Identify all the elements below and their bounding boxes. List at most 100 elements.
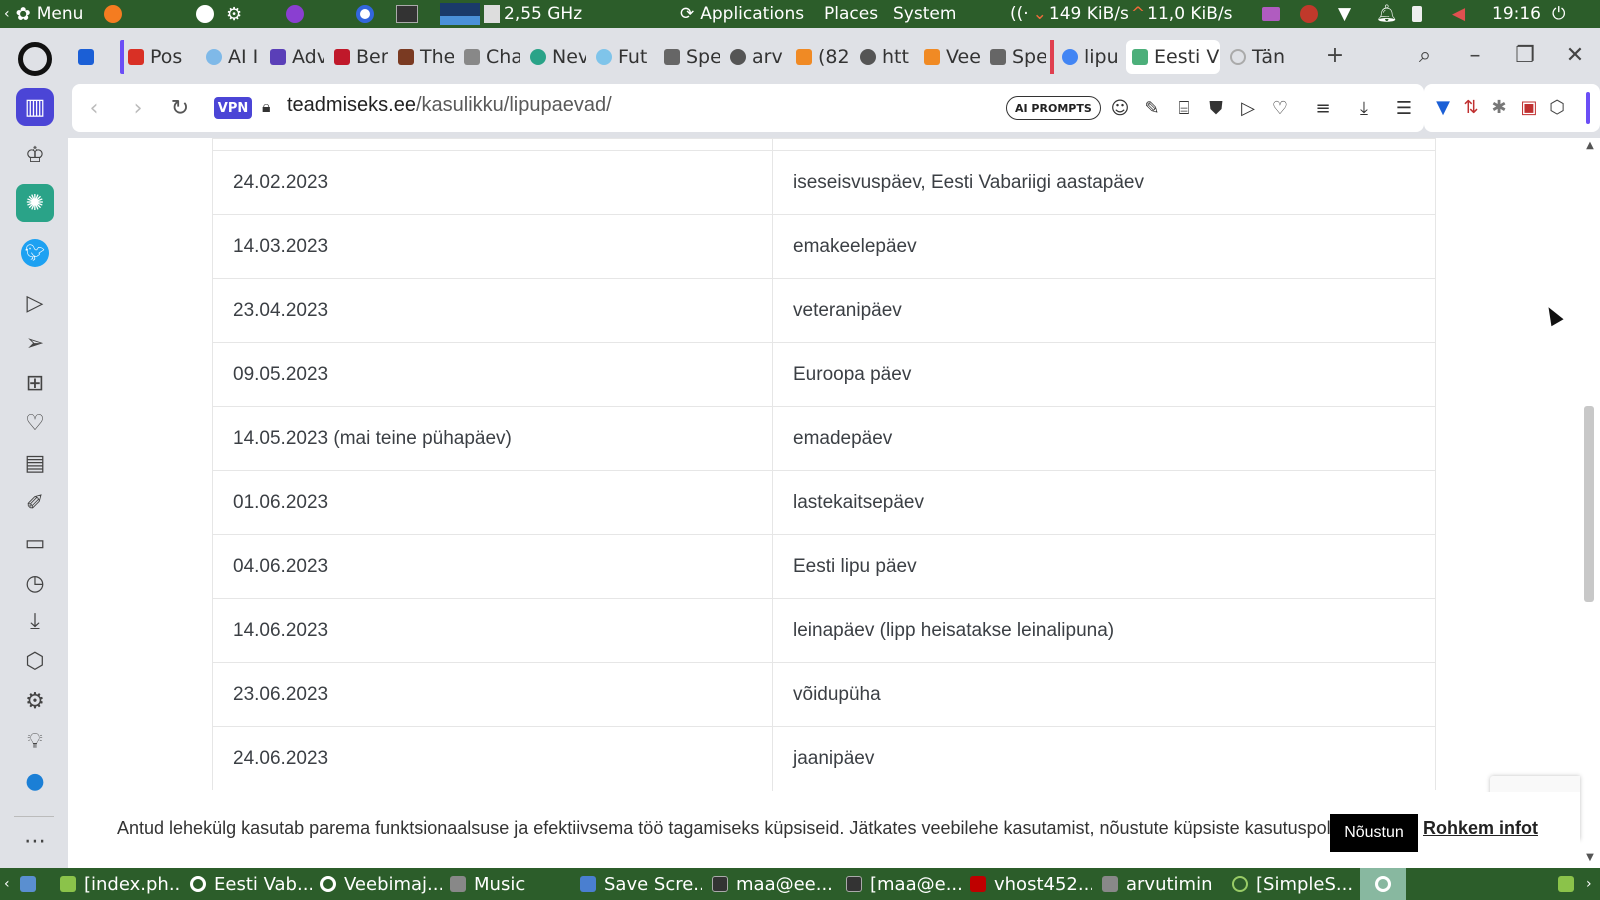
back-button[interactable]: ‹ (78, 92, 110, 124)
sidebar-twitter[interactable]: 🐦︎ (16, 234, 54, 272)
taskbar-item-5[interactable]: maa@ee... (712, 868, 832, 900)
lock-icon[interactable]: 🔒︎ (262, 97, 271, 117)
sidebar-settings[interactable]: ⚙ (16, 682, 54, 720)
player-button[interactable]: ≡ (1308, 96, 1338, 120)
tab-9[interactable]: arv (724, 40, 786, 74)
vpn-badge[interactable]: VPN (214, 97, 252, 119)
tab-13[interactable]: Spe (984, 40, 1046, 74)
taskbar-item-0[interactable]: [index.ph... (60, 868, 182, 900)
snapshot-button[interactable]: ⌸ (1172, 96, 1196, 120)
places-menu[interactable]: Places (824, 0, 878, 28)
sidebar-extensions[interactable]: ⬡ (16, 642, 54, 680)
extension-5[interactable]: ⬡ (1546, 96, 1568, 118)
tab-10[interactable]: (82 (790, 40, 850, 74)
taskbar-item-8[interactable]: arvutimin (1102, 868, 1224, 900)
sidebar-player[interactable]: ▷ (16, 284, 54, 322)
url-field[interactable]: teadmiseks.ee/kasulikku/lipupaevad/ (287, 94, 612, 117)
tab-15-active[interactable]: Eesti V (1126, 40, 1220, 74)
close-window-button[interactable]: ✕ (1560, 40, 1590, 70)
downloads-button[interactable]: ⤓ (1352, 96, 1376, 120)
system-menu[interactable]: System (893, 0, 956, 28)
favorite-button[interactable]: ♡ (1268, 96, 1292, 120)
tray-battery[interactable] (1412, 0, 1422, 28)
taskbar-item-3[interactable]: Music (450, 868, 572, 900)
launcher-terminal[interactable] (396, 0, 418, 28)
sidebar-workspaces[interactable]: ▥ (16, 88, 54, 126)
taskbar-right-arrow[interactable]: › (1586, 868, 1592, 900)
edit-button[interactable]: ✎ (1140, 96, 1164, 120)
sidebar-tips[interactable]: 💡︎ (16, 722, 54, 760)
sidebar-pinboard[interactable]: ✐ (16, 484, 54, 522)
tab-16[interactable]: Tän (1224, 40, 1290, 74)
launcher-podcast[interactable] (286, 0, 304, 28)
sidebar-more[interactable]: ⋯ (16, 822, 54, 860)
firefox-launcher[interactable] (104, 0, 122, 28)
launcher-gears[interactable]: ⚙ (226, 0, 242, 28)
menu-button[interactable]: ‹ ✿ Menu (4, 0, 83, 28)
clock[interactable]: 19:16 (1492, 0, 1541, 28)
taskbar-left-arrow[interactable]: ‹ (4, 868, 10, 900)
forward-button[interactable]: › (122, 92, 154, 124)
show-desktop-button[interactable] (20, 868, 44, 900)
opera-logo-icon[interactable] (18, 42, 52, 76)
sidebar-crown[interactable]: ♔ (16, 136, 54, 174)
minimize-button[interactable]: – (1460, 40, 1490, 70)
cookie-accept-button[interactable]: Nõustun (1330, 814, 1418, 852)
launcher-opera[interactable] (356, 0, 374, 28)
extension-1[interactable]: ▼ (1432, 96, 1454, 118)
sidebar-chat[interactable]: ● (16, 762, 54, 800)
tab-2[interactable]: Adv (264, 40, 324, 74)
tab-1[interactable]: AI I (200, 40, 260, 74)
taskbar-item-1[interactable]: Eesti Vab... (190, 868, 312, 900)
taskbar-item-4[interactable]: Save Scre... (580, 868, 702, 900)
tab-6[interactable]: Nev (524, 40, 586, 74)
extension-3[interactable]: ✱ (1488, 96, 1510, 118)
tab-0[interactable]: Pos (120, 40, 196, 74)
taskbar-trash[interactable] (1558, 868, 1582, 900)
scroll-up-arrow-icon[interactable]: ▲ (1582, 140, 1598, 154)
tab-4[interactable]: The (392, 40, 454, 74)
sidebar-news[interactable]: ▤ (16, 444, 54, 482)
applications-menu[interactable]: ⟳ Applications (680, 0, 804, 28)
tab-7[interactable]: Fut (590, 40, 654, 74)
sidebar-chatgpt[interactable]: ✺ (16, 184, 54, 222)
tab-14[interactable]: lipu (1050, 40, 1122, 74)
extension-4[interactable]: ▣ (1518, 96, 1540, 118)
tab-pinned[interactable] (72, 40, 116, 74)
sidebar-history[interactable]: ◷ (16, 564, 54, 602)
taskbar-item-2[interactable]: Veebimaj... (320, 868, 442, 900)
tab-search-button[interactable]: ⌕ (1410, 40, 1440, 70)
sidebar-tabs[interactable]: ▭ (16, 524, 54, 562)
sidebar-speed-dial[interactable]: ⊞ (16, 364, 54, 402)
tray-wifi[interactable]: ▼ (1338, 0, 1351, 28)
maximize-button[interactable]: ❐ (1510, 40, 1540, 70)
scroll-down-arrow-icon[interactable]: ▼ (1582, 852, 1598, 866)
tray-app-1[interactable] (1262, 0, 1280, 28)
sidebar-toggle[interactable] (1586, 92, 1590, 124)
taskbar-item-6[interactable]: [maa@e... (846, 868, 966, 900)
launcher-a[interactable] (196, 0, 214, 28)
taskbar-item-active[interactable] (1360, 868, 1406, 900)
taskbar-item-9[interactable]: [SimpleS... (1232, 868, 1356, 900)
sidebar-send[interactable]: ➢ (16, 324, 54, 362)
tray-app-2[interactable] (1300, 0, 1318, 28)
sidebar-downloads[interactable]: ⤓ (16, 602, 54, 640)
reload-button[interactable]: ↻ (164, 92, 196, 124)
easy-setup-button[interactable]: ☰ (1392, 96, 1416, 120)
tab-5[interactable]: Cha (458, 40, 520, 74)
taskbar-item-7[interactable]: vhost452... (970, 868, 1092, 900)
tab-3[interactable]: Ber (328, 40, 388, 74)
send-button[interactable]: ▷ (1236, 96, 1260, 120)
emoji-button[interactable]: ☺ (1108, 96, 1132, 120)
tab-12[interactable]: Vee (918, 40, 980, 74)
sidebar-bookmarks[interactable]: ♡ (16, 404, 54, 442)
power-button[interactable]: ⏻ (1552, 0, 1565, 28)
tray-volume[interactable]: ◀ (1452, 0, 1465, 28)
cookie-more-info-link[interactable]: Rohkem infot (1423, 818, 1538, 839)
scrollbar-thumb[interactable] (1584, 406, 1594, 602)
tab-11[interactable]: htt (854, 40, 914, 74)
extension-2[interactable]: ⇅ (1460, 96, 1482, 118)
adblock-button[interactable]: ⛊ (1204, 96, 1228, 120)
tray-notifications[interactable]: 🔔︎ (1376, 0, 1398, 28)
tab-8[interactable]: Spe (658, 40, 720, 74)
